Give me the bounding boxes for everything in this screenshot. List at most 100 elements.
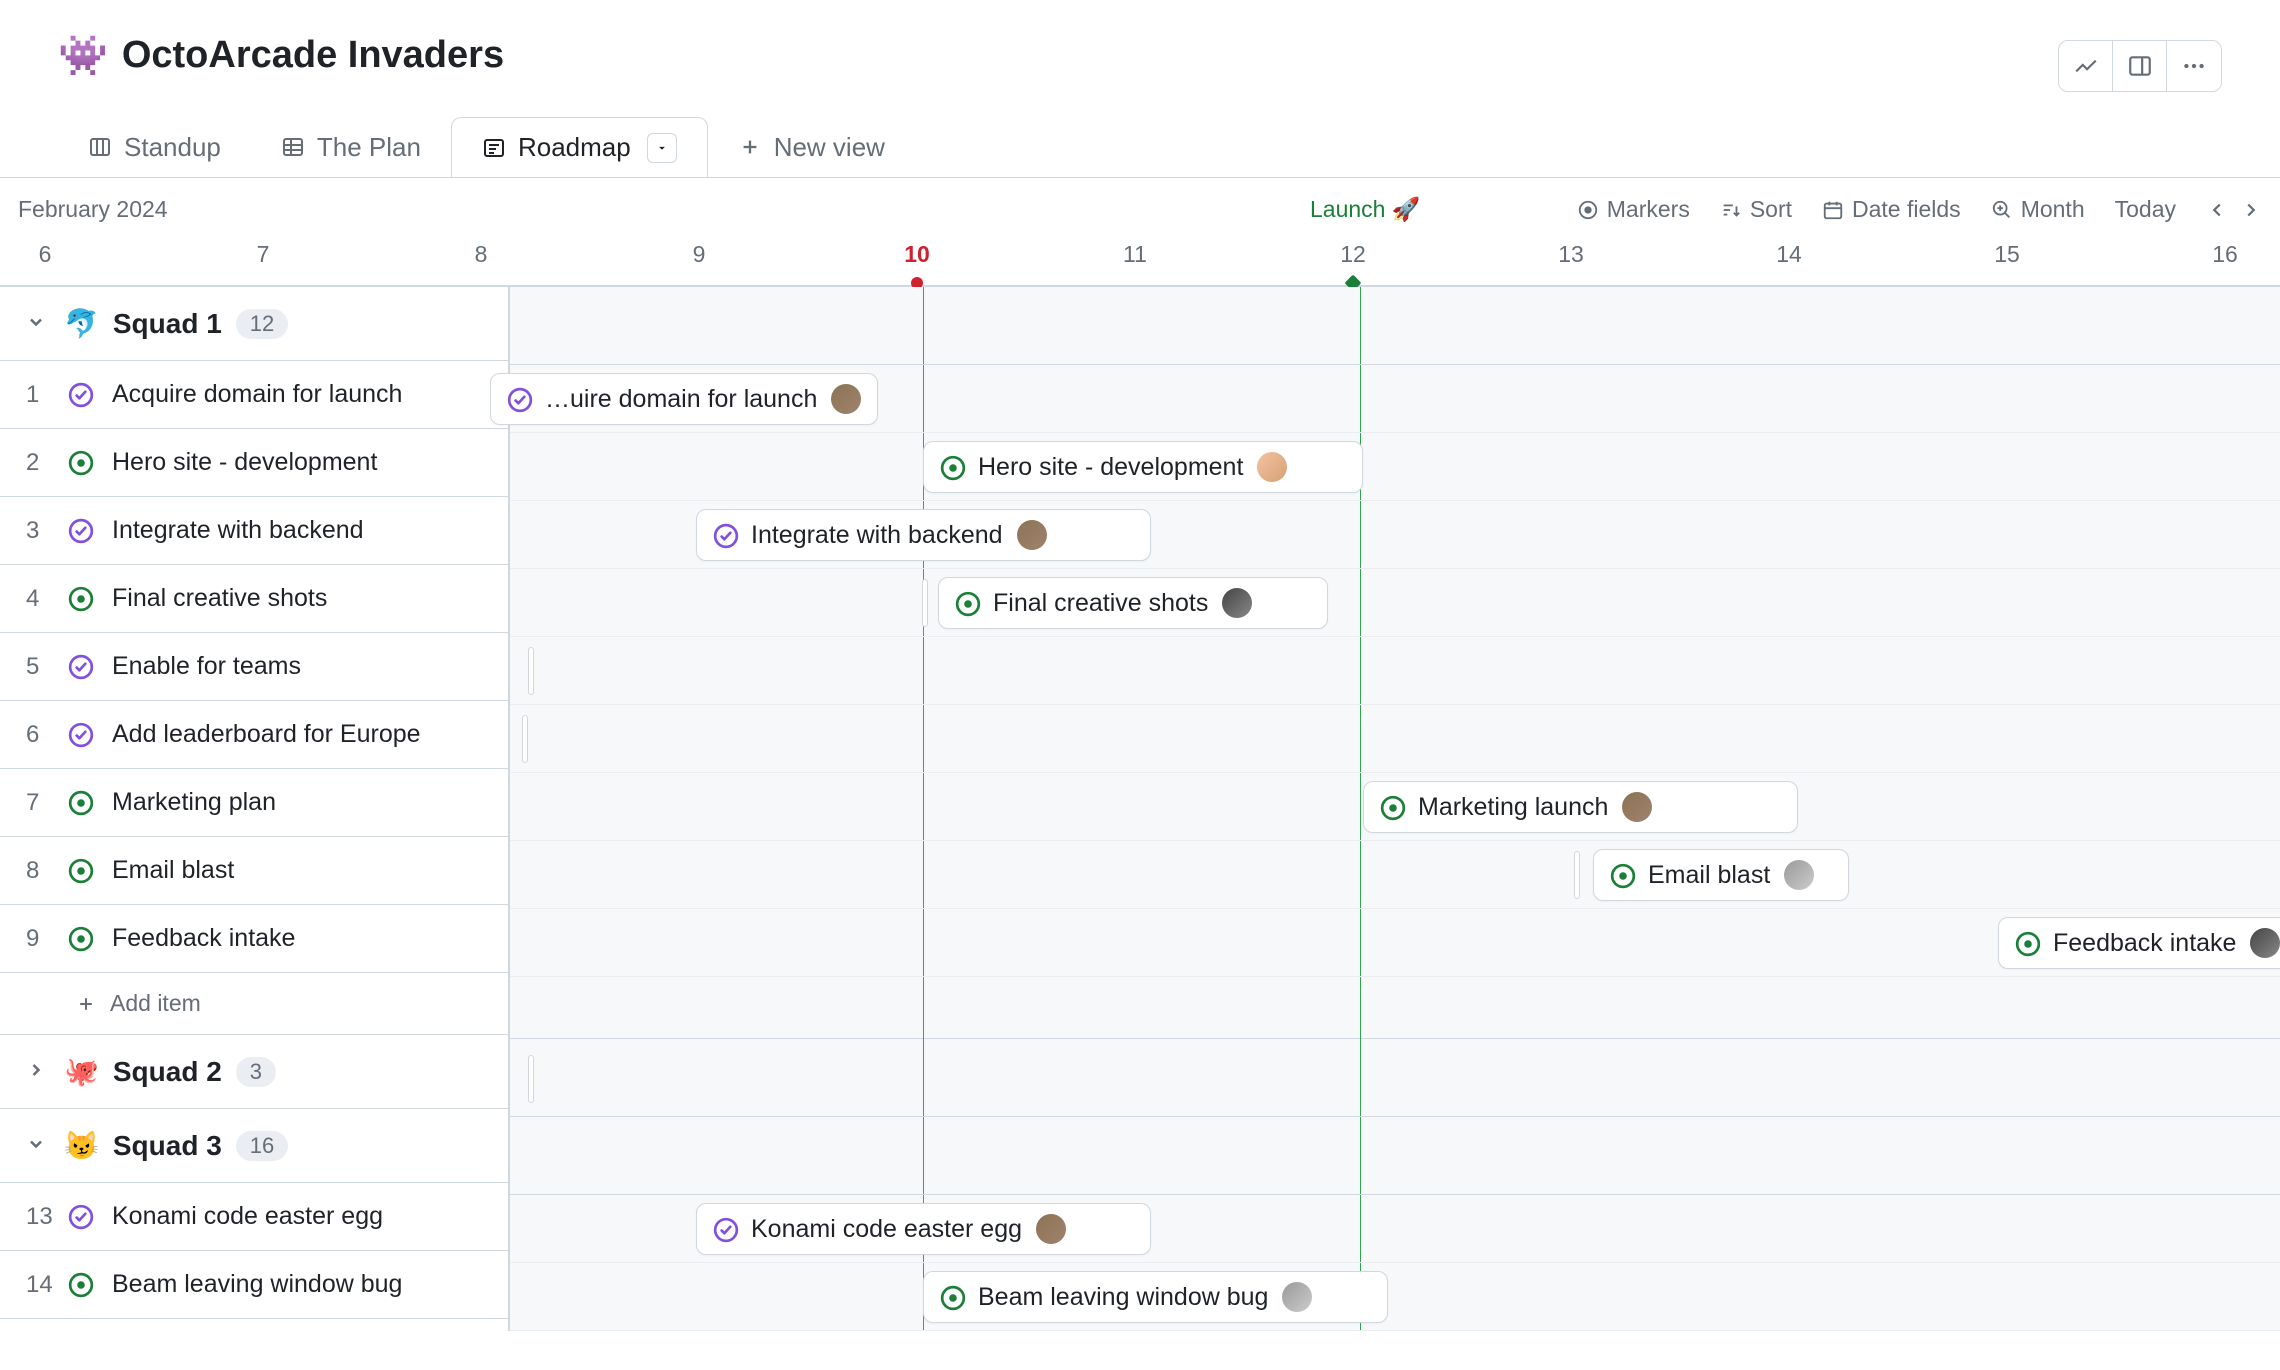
group-emoji: 🐬 (64, 307, 99, 340)
group-emoji: 🐙 (64, 1055, 99, 1088)
status-icon (68, 1272, 94, 1298)
status-icon (507, 387, 531, 411)
task-row[interactable]: 1 Acquire domain for launch (0, 361, 508, 429)
card-label: Final creative shots (993, 589, 1208, 618)
group-header-squad-1[interactable]: 🐬 Squad 1 12 (0, 287, 508, 361)
assignee-avatar[interactable] (2250, 928, 2280, 958)
timeline-bar[interactable]: Final creative shots (938, 577, 1328, 629)
status-icon (68, 518, 94, 544)
task-title: Final creative shots (112, 584, 327, 613)
markers-button[interactable]: Markers (1577, 196, 1690, 223)
tab-standup[interactable]: Standup (58, 118, 251, 177)
drag-handle[interactable] (528, 647, 534, 695)
more-menu-button[interactable] (2167, 41, 2221, 91)
task-title: Hero site - development (112, 448, 377, 477)
card-label: Hero site - development (978, 453, 1243, 482)
date-16: 16 (2212, 241, 2238, 268)
task-number: 5 (26, 653, 50, 681)
task-title: Konami code easter egg (112, 1202, 383, 1231)
sort-label: Sort (1750, 196, 1792, 223)
timeline-bar[interactable]: Beam leaving window bug (923, 1271, 1388, 1323)
tab-roadmap[interactable]: Roadmap (451, 117, 708, 177)
status-icon (68, 858, 94, 884)
insights-button[interactable] (2059, 41, 2113, 91)
task-row[interactable]: 5 Enable for teams (0, 633, 508, 701)
zoom-label: Month (2021, 196, 2085, 223)
date-6: 6 (39, 241, 52, 268)
status-icon (68, 1204, 94, 1230)
task-number: 2 (26, 449, 50, 477)
group-name: Squad 3 (113, 1130, 222, 1162)
zoom-button[interactable]: Month (1991, 196, 2085, 223)
group-header-squad-3[interactable]: 😼 Squad 3 16 (0, 1109, 508, 1183)
view-tabs: Standup The Plan Roadmap New view (0, 117, 2280, 177)
task-number: 6 (26, 721, 50, 749)
markers-label: Markers (1607, 196, 1690, 223)
task-row[interactable]: 6 Add leaderboard for Europe (0, 701, 508, 769)
status-icon (940, 455, 964, 479)
group-header-squad-2[interactable]: 🐙 Squad 2 3 (0, 1035, 508, 1109)
drag-handle[interactable] (528, 1055, 534, 1103)
date-15: 15 (1994, 241, 2020, 268)
task-row[interactable]: 7 Marketing plan (0, 769, 508, 837)
status-icon (713, 1217, 737, 1241)
task-sidebar: 🐬 Squad 1 12 1 Acquire domain for launch… (0, 287, 510, 1331)
launch-marker[interactable]: Launch 🚀 (1310, 196, 1420, 223)
panel-toggle-button[interactable] (2113, 41, 2167, 91)
group-name: Squad 2 (113, 1056, 222, 1088)
status-icon (68, 926, 94, 952)
add-item-button[interactable]: Add item (0, 973, 508, 1035)
timeline-bar[interactable]: …uire domain for launch (490, 373, 878, 425)
assignee-avatar[interactable] (1282, 1282, 1312, 1312)
status-icon (1380, 795, 1404, 819)
group-name: Squad 1 (113, 308, 222, 340)
timeline-chart[interactable]: …uire domain for launch Hero site - deve… (510, 287, 2280, 1331)
assignee-avatar[interactable] (1017, 520, 1047, 550)
new-view-button[interactable]: New view (708, 118, 915, 177)
timeline-bar[interactable]: Integrate with backend (696, 509, 1151, 561)
prev-button[interactable] (2206, 199, 2228, 221)
sort-button[interactable]: Sort (1720, 196, 1792, 223)
tab-label: Standup (124, 132, 221, 163)
task-row[interactable]: 8 Email blast (0, 837, 508, 905)
assignee-avatar[interactable] (1222, 588, 1252, 618)
task-row[interactable]: 13 Konami code easter egg (0, 1183, 508, 1251)
group-count-badge: 16 (236, 1131, 288, 1161)
today-button[interactable]: Today (2115, 196, 2176, 223)
assignee-avatar[interactable] (1784, 860, 1814, 890)
roadmap-icon (482, 136, 506, 160)
date-fields-label: Date fields (1852, 196, 1961, 223)
task-title: Beam leaving window bug (112, 1270, 402, 1299)
task-number: 3 (26, 517, 50, 545)
status-icon (68, 654, 94, 680)
timeline-bar[interactable]: Email blast (1593, 849, 1849, 901)
task-row[interactable]: 4 Final creative shots (0, 565, 508, 633)
task-row[interactable]: 2 Hero site - development (0, 429, 508, 497)
card-label: Beam leaving window bug (978, 1283, 1268, 1312)
assignee-avatar[interactable] (1036, 1214, 1066, 1244)
assignee-avatar[interactable] (1622, 792, 1652, 822)
drag-handle[interactable] (522, 715, 528, 763)
task-row[interactable]: 3 Integrate with backend (0, 497, 508, 565)
chevron-down-icon (26, 312, 50, 336)
card-label: Integrate with backend (751, 521, 1003, 550)
task-row[interactable]: 9 Feedback intake (0, 905, 508, 973)
task-title: Acquire domain for launch (112, 380, 402, 409)
tab-the-plan[interactable]: The Plan (251, 118, 451, 177)
task-title: Email blast (112, 856, 234, 885)
date-9: 9 (693, 241, 706, 268)
board-icon (88, 135, 112, 159)
drag-handle[interactable] (922, 579, 928, 627)
next-button[interactable] (2240, 199, 2262, 221)
task-row[interactable]: 14 Beam leaving window bug (0, 1251, 508, 1319)
timeline-bar[interactable]: Marketing launch (1363, 781, 1798, 833)
assignee-avatar[interactable] (1257, 452, 1287, 482)
date-fields-button[interactable]: Date fields (1822, 196, 1961, 223)
timeline-bar[interactable]: Feedback intake (1998, 917, 2280, 969)
timeline-bar[interactable]: Konami code easter egg (696, 1203, 1151, 1255)
timeline-bar[interactable]: Hero site - development (923, 441, 1363, 493)
project-title: OctoArcade Invaders (122, 34, 504, 77)
assignee-avatar[interactable] (831, 384, 861, 414)
drag-handle[interactable] (1574, 851, 1580, 899)
tab-options-button[interactable] (647, 133, 677, 163)
